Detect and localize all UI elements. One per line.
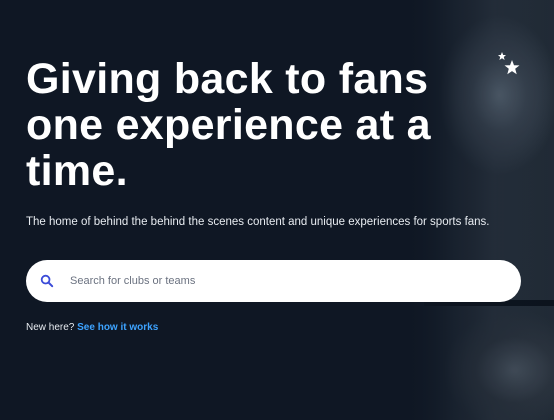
search-icon[interactable] bbox=[40, 274, 54, 288]
search-input[interactable] bbox=[68, 268, 492, 294]
onboarding-prompt: New here? See how it works bbox=[26, 321, 158, 335]
new-here-text: New here? bbox=[26, 322, 75, 333]
page-subtitle: The home of behind the behind the scenes… bbox=[26, 216, 490, 228]
page-title: Giving back to fans one experience at a … bbox=[26, 55, 431, 195]
stars-logo-icon[interactable] bbox=[496, 50, 522, 78]
search-bar[interactable] bbox=[26, 260, 521, 302]
see-how-it-works-link[interactable]: See how it works bbox=[77, 322, 158, 333]
